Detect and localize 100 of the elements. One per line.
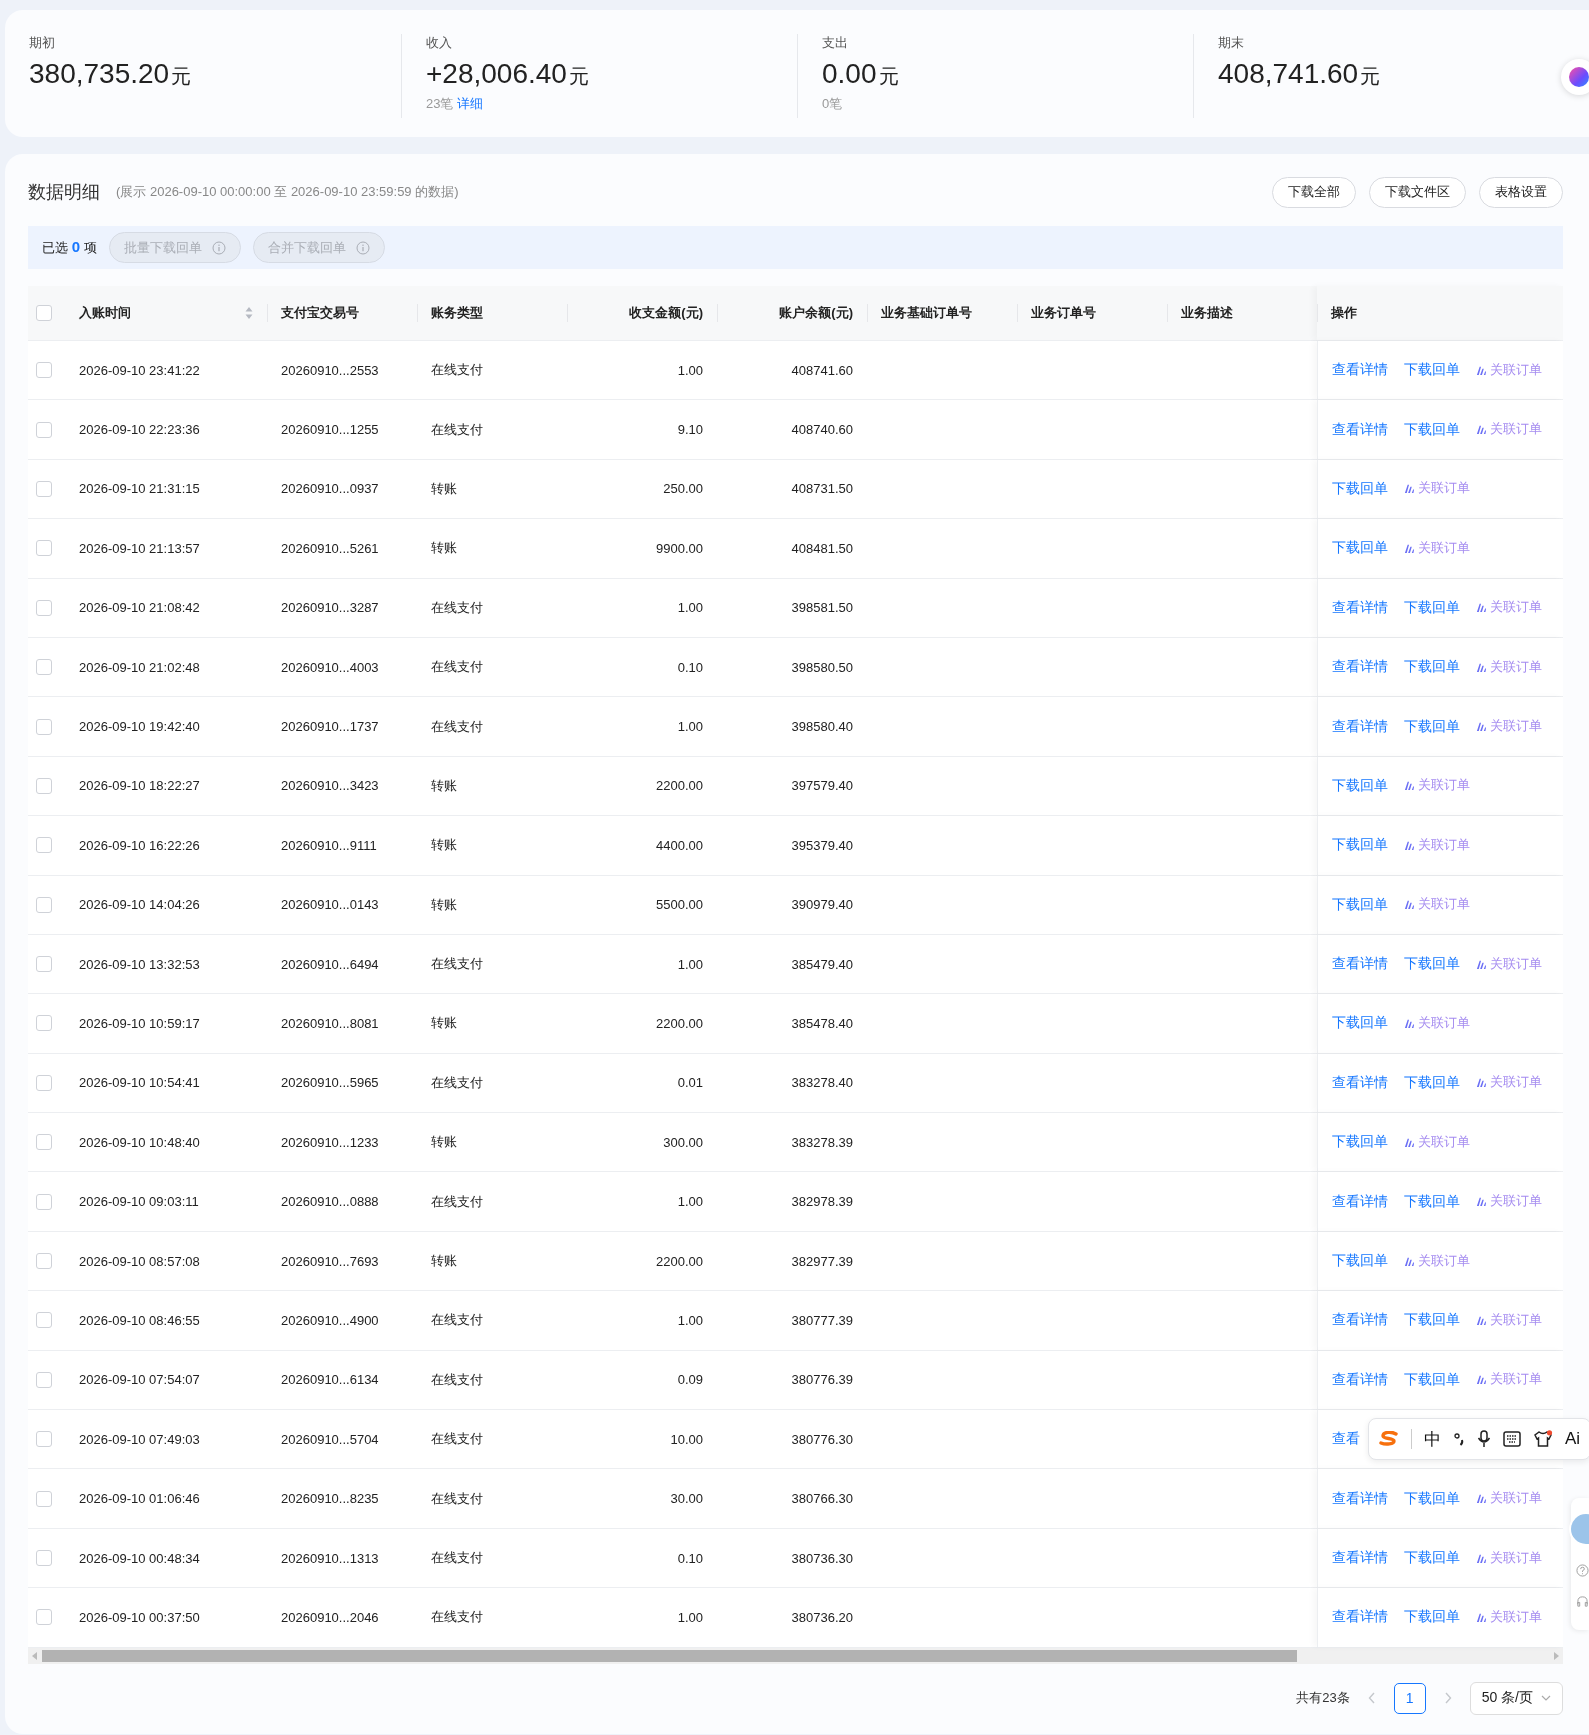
row-checkbox[interactable] [36,362,52,379]
scroll-right-icon[interactable] [1553,1651,1559,1660]
punctuation-icon[interactable] [1453,1431,1465,1448]
action-link[interactable]: 下载回单 [1404,1370,1460,1389]
row-checkbox[interactable] [36,718,52,735]
related-order-link[interactable]: 关联订单 [1476,658,1542,676]
action-link[interactable]: 查看详情 [1332,955,1388,974]
related-order-link[interactable]: 关联订单 [1476,421,1542,439]
action-link[interactable]: 查看详情 [1332,1608,1388,1627]
related-order-link[interactable]: 关联订单 [1476,1371,1542,1389]
action-link[interactable]: 查看详情 [1332,658,1388,677]
action-link[interactable]: 下载回单 [1404,717,1460,736]
action-link[interactable]: 下载回单 [1332,539,1388,558]
column-header[interactable]: 入账时间 [71,286,267,340]
assistant-icon[interactable] [1561,59,1589,95]
action-link[interactable]: 查看详情 [1332,361,1388,380]
action-link[interactable]: 查看详情 [1332,1192,1388,1211]
row-checkbox[interactable] [36,1431,52,1448]
shirt-icon[interactable] [1533,1430,1553,1449]
headset-icon[interactable] [1576,1595,1589,1608]
row-checkbox[interactable] [36,540,52,557]
toolbar-button[interactable]: 表格设置 [1479,176,1563,208]
detail-link[interactable]: 详细 [457,95,484,113]
action-link[interactable]: 下载回单 [1404,1549,1460,1567]
row-checkbox[interactable] [36,1193,52,1210]
related-order-link[interactable]: 关联订单 [1476,955,1542,973]
related-order-link[interactable]: 关联订单 [1404,480,1470,498]
toolbar-button[interactable]: 下载全部 [1272,176,1356,208]
action-link[interactable]: 查看 [1332,1430,1360,1449]
action-link[interactable]: 下载回单 [1332,1014,1388,1033]
action-link[interactable]: 下载回单 [1404,598,1460,617]
action-link[interactable]: 下载回单 [1332,1133,1388,1152]
related-order-link[interactable]: 关联订单 [1476,1193,1542,1211]
action-link[interactable]: 下载回单 [1404,1489,1460,1508]
action-link[interactable]: 查看详情 [1332,1073,1388,1092]
row-checkbox[interactable] [36,659,52,676]
action-link[interactable]: 下载回单 [1332,895,1388,914]
related-order-link[interactable]: 关联订单 [1476,718,1542,736]
related-order-link[interactable]: 关联订单 [1404,896,1470,914]
action-link[interactable]: 下载回单 [1332,1252,1388,1271]
related-order-link[interactable]: 关联订单 [1476,1490,1542,1508]
action-link[interactable]: 查看详情 [1332,1489,1388,1508]
related-order-link[interactable]: 关联订单 [1476,599,1542,617]
related-order-link[interactable]: 关联订单 [1404,1252,1470,1270]
next-page-icon[interactable] [1443,1692,1452,1705]
row-checkbox[interactable] [36,1550,52,1566]
action-link[interactable]: 查看详情 [1332,420,1388,439]
action-link[interactable]: 查看详情 [1332,598,1388,617]
action-link[interactable]: 下载回单 [1332,836,1388,855]
related-order-link[interactable]: 关联订单 [1476,361,1542,379]
toolbar-button[interactable]: 下载文件区 [1369,176,1466,208]
action-link[interactable]: 下载回单 [1404,1192,1460,1211]
action-link[interactable]: 下载回单 [1332,479,1388,498]
row-checkbox[interactable] [36,1253,52,1270]
action-link[interactable]: 下载回单 [1404,955,1460,974]
related-order-link[interactable]: 关联订单 [1404,777,1470,795]
input-logo-icon[interactable] [1379,1431,1399,1448]
related-order-link[interactable]: 关联订单 [1476,1311,1542,1329]
action-link[interactable]: 下载回单 [1404,1311,1460,1330]
row-checkbox[interactable] [36,480,52,497]
keyboard-icon[interactable] [1503,1431,1521,1448]
row-checkbox[interactable] [36,777,52,794]
action-link[interactable]: 下载回单 [1404,420,1460,439]
row-checkbox[interactable] [36,1015,52,1032]
row-checkbox[interactable] [36,421,52,438]
page-button[interactable]: 1 [1393,1682,1426,1714]
row-checkbox[interactable] [36,896,52,913]
related-order-link[interactable]: 关联订单 [1404,1015,1470,1032]
sort-icon[interactable] [245,306,253,320]
row-checkbox[interactable] [36,1134,52,1151]
related-order-link[interactable]: 关联订单 [1476,1074,1542,1092]
action-link[interactable]: 查看详情 [1332,1549,1388,1567]
related-order-link[interactable]: 关联订单 [1476,1608,1542,1626]
related-order-link[interactable]: 关联订单 [1476,1549,1542,1567]
row-checkbox[interactable] [36,837,52,854]
action-link[interactable]: 查看详情 [1332,1370,1388,1389]
row-checkbox[interactable] [36,599,52,616]
select-all-checkbox[interactable] [36,305,52,321]
row-checkbox[interactable] [36,1371,52,1388]
microphone-icon[interactable] [1477,1430,1491,1449]
previous-page-icon[interactable] [1367,1692,1376,1705]
action-link[interactable]: 下载回单 [1404,1073,1460,1092]
row-checkbox[interactable] [36,1609,52,1626]
row-checkbox[interactable] [36,1490,52,1507]
ai-button[interactable]: Ai [1565,1429,1581,1450]
action-link[interactable]: 下载回单 [1404,361,1460,380]
action-link[interactable]: 查看详情 [1332,1311,1388,1330]
page-size-select[interactable]: 50 条/页 [1469,1681,1563,1715]
related-order-link[interactable]: 关联订单 [1404,836,1470,854]
related-order-link[interactable]: 关联订单 [1404,539,1470,557]
scroll-left-icon[interactable] [32,1651,38,1660]
help-icon[interactable] [1576,1564,1589,1577]
action-link[interactable]: 下载回单 [1404,1608,1460,1627]
related-order-link[interactable]: 关联订单 [1404,1133,1470,1151]
action-link[interactable]: 下载回单 [1332,776,1388,795]
row-checkbox[interactable] [36,1312,52,1329]
action-link[interactable]: 查看详情 [1332,717,1388,736]
action-link[interactable]: 下载回单 [1404,658,1460,677]
row-checkbox[interactable] [36,1074,52,1091]
input-mode-toggle[interactable]: 中 [1424,1427,1441,1451]
